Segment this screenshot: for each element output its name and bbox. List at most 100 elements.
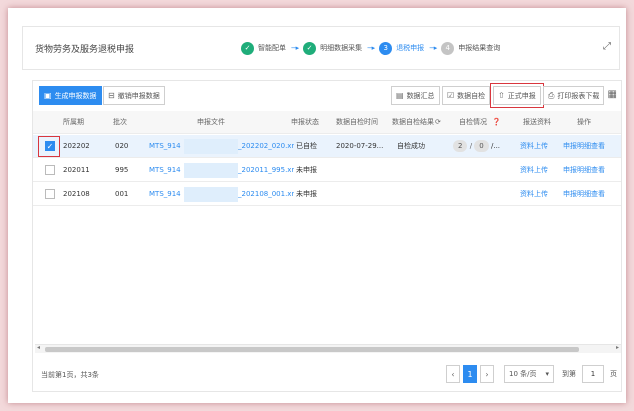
step-3[interactable]: 3 退税申报: [379, 41, 425, 55]
step-1[interactable]: ✓ 智能配单: [241, 41, 286, 55]
period-cell: 202202: [63, 142, 90, 150]
file-link[interactable]: _202202_020.xr: [238, 135, 294, 158]
button-label: 生成申报数据: [54, 91, 97, 100]
step-label: 明细数据采集: [320, 44, 363, 52]
row-checkbox[interactable]: [45, 189, 55, 199]
revoke-data-button[interactable]: ⊟ 撤销申报数据: [103, 86, 165, 105]
column-settings-icon[interactable]: ▦: [608, 89, 617, 100]
batch-cell: 001: [115, 190, 129, 198]
step-number-icon: 4: [441, 41, 455, 55]
next-page-button[interactable]: ›: [480, 365, 494, 383]
submit-declaration-button[interactable]: ⇧ 正式申报: [490, 83, 544, 108]
revoke-icon: ⊟: [108, 91, 115, 100]
view-detail-link[interactable]: 申报明细查看: [563, 159, 605, 182]
table-row[interactable]: 202011 995 MTS_914 _202011_995.xr 未申报 资料…: [33, 159, 621, 182]
step-label: 申报结果查询: [458, 44, 501, 52]
check-doc-icon: ☑: [447, 91, 455, 100]
check-circle-icon: ✓: [303, 41, 317, 55]
table-row[interactable]: ✓ 202202 020 MTS_914 _202202_020.xr 已自检 …: [33, 135, 621, 158]
row-checkbox[interactable]: ✓: [45, 141, 55, 151]
scroll-right-icon[interactable]: ▸: [616, 344, 619, 351]
button-label: 撤销申报数据: [117, 91, 160, 100]
step-indicator: ✓ 智能配单 ‑‑‑▸ ✓ 明细数据采集 ‑‑‑▸ 3 退税申报 ‑‑‑▸ 4 …: [241, 40, 500, 56]
table-header: 所属期 批次 申报文件 申报状态 数据自检时间 数据自检结果 ⟳ 自检情况 ❓ …: [33, 111, 621, 134]
view-detail-link[interactable]: 申报明细查看: [563, 135, 605, 158]
generate-data-button[interactable]: ▣ 生成申报数据: [39, 86, 102, 105]
scrollbar-thumb[interactable]: [45, 347, 579, 352]
app-frame: 货物劳务及服务退税申报 ✓ 智能配单 ‑‑‑▸ ✓ 明细数据采集 ‑‑‑▸ 3 …: [8, 8, 626, 403]
help-icon[interactable]: ❓: [492, 111, 501, 134]
button-label: 打印报表下载: [557, 91, 600, 100]
redacted-block: [184, 163, 238, 178]
step-label: 智能配单: [258, 44, 286, 52]
check-circle-icon: ✓: [241, 41, 254, 55]
table-row[interactable]: 202108 001 MTS_914 _202108_001.xr 未申报 资料…: [33, 183, 621, 206]
column-header: 所属期: [63, 118, 84, 126]
redacted-block: [184, 139, 238, 154]
check-more-text: /...: [491, 142, 501, 150]
scroll-left-icon[interactable]: ◂: [37, 344, 40, 351]
file-link[interactable]: MTS_914: [149, 183, 181, 206]
page-size-select[interactable]: 10 条/页 ▾: [504, 365, 554, 383]
declaration-panel: ▣ 生成申报数据 ⊟ 撤销申报数据 ▤ 数据汇总 ☑ 数据自检 ⇧ 正式申报 ⎙…: [32, 80, 622, 392]
arrow-right-icon: ‑‑‑▸: [291, 44, 299, 52]
prev-page-button[interactable]: ‹: [446, 365, 460, 383]
arrow-right-icon: ‑‑‑▸: [429, 44, 437, 52]
horizontal-scrollbar[interactable]: ◂ ▸: [35, 344, 621, 353]
step-number-icon: 3: [379, 41, 393, 55]
column-header: 报送资料: [523, 118, 551, 126]
column-header: 申报状态: [291, 118, 319, 126]
selfcheck-button[interactable]: ☑ 数据自检: [442, 86, 491, 105]
goto-page-input[interactable]: 1: [582, 365, 604, 383]
redacted-block: [184, 187, 238, 202]
column-header: 批次: [113, 118, 127, 126]
column-header: 数据自检结果: [392, 118, 434, 126]
view-detail-link[interactable]: 申报明细查看: [563, 183, 605, 206]
page-unit-label: 页: [610, 370, 617, 378]
upload-material-link[interactable]: 资料上传: [520, 135, 548, 158]
record-count: 当前第1页，共3条: [41, 371, 99, 379]
upload-material-link[interactable]: 资料上传: [520, 159, 548, 182]
column-header: 数据自检时间: [336, 118, 378, 126]
header-bar: 货物劳务及服务退税申报 ✓ 智能配单 ‑‑‑▸ ✓ 明细数据采集 ‑‑‑▸ 3 …: [22, 26, 620, 70]
column-header: 自检情况: [459, 118, 487, 126]
period-cell: 202011: [63, 166, 90, 174]
summary-button[interactable]: ▤ 数据汇总: [391, 86, 440, 105]
print-icon: ⎙: [548, 90, 555, 100]
step-label: 退税申报: [396, 44, 425, 52]
step-4[interactable]: 4 申报结果查询: [441, 41, 501, 55]
toolbar: ▣ 生成申报数据 ⊟ 撤销申报数据 ▤ 数据汇总 ☑ 数据自检 ⇧ 正式申报 ⎙…: [33, 81, 621, 109]
status-cell: 已自检: [296, 142, 317, 150]
arrow-right-icon: ‑‑‑▸: [367, 44, 375, 52]
button-label: 数据汇总: [406, 91, 435, 100]
button-label: 正式申报: [507, 91, 536, 100]
status-cell: 未申报: [296, 190, 317, 198]
column-header: 申报文件: [197, 118, 225, 126]
check-summary-cell[interactable]: 2 / 0 /...: [453, 135, 500, 158]
print-download-button[interactable]: ⎙ 打印报表下载: [543, 86, 605, 105]
goto-label: 到第: [562, 370, 576, 378]
chart-icon: ▣: [44, 91, 52, 100]
upload-material-link[interactable]: 资料上传: [520, 183, 548, 206]
fullscreen-icon[interactable]: ⤢: [603, 41, 611, 52]
file-link[interactable]: MTS_914: [149, 135, 181, 158]
pagination: ‹ 1 › 10 条/页 ▾ 到第 1 页: [446, 365, 617, 383]
file-link[interactable]: MTS_914: [149, 159, 181, 182]
page-size-value: 10 条/页: [509, 370, 537, 378]
page-number-button[interactable]: 1: [463, 365, 477, 383]
check-count-badge: 0: [474, 140, 489, 152]
column-header: 操作: [577, 118, 591, 126]
file-link[interactable]: _202108_001.xr: [238, 183, 294, 206]
file-link[interactable]: _202011_995.xr: [238, 159, 294, 182]
upload-icon: ⇧: [498, 91, 505, 100]
status-cell: 未申报: [296, 166, 317, 174]
check-time-cell: 2020-07-29...: [336, 142, 384, 150]
period-cell: 202108: [63, 190, 90, 198]
check-result-cell: 自检成功: [397, 142, 425, 150]
step-2[interactable]: ✓ 明细数据采集: [303, 41, 363, 55]
caret-down-icon: ▾: [545, 370, 549, 378]
refresh-icon[interactable]: ⟳: [435, 111, 441, 134]
row-checkbox[interactable]: [45, 165, 55, 175]
check-count-badge: 2: [453, 140, 468, 152]
button-label: 数据自检: [457, 91, 486, 100]
